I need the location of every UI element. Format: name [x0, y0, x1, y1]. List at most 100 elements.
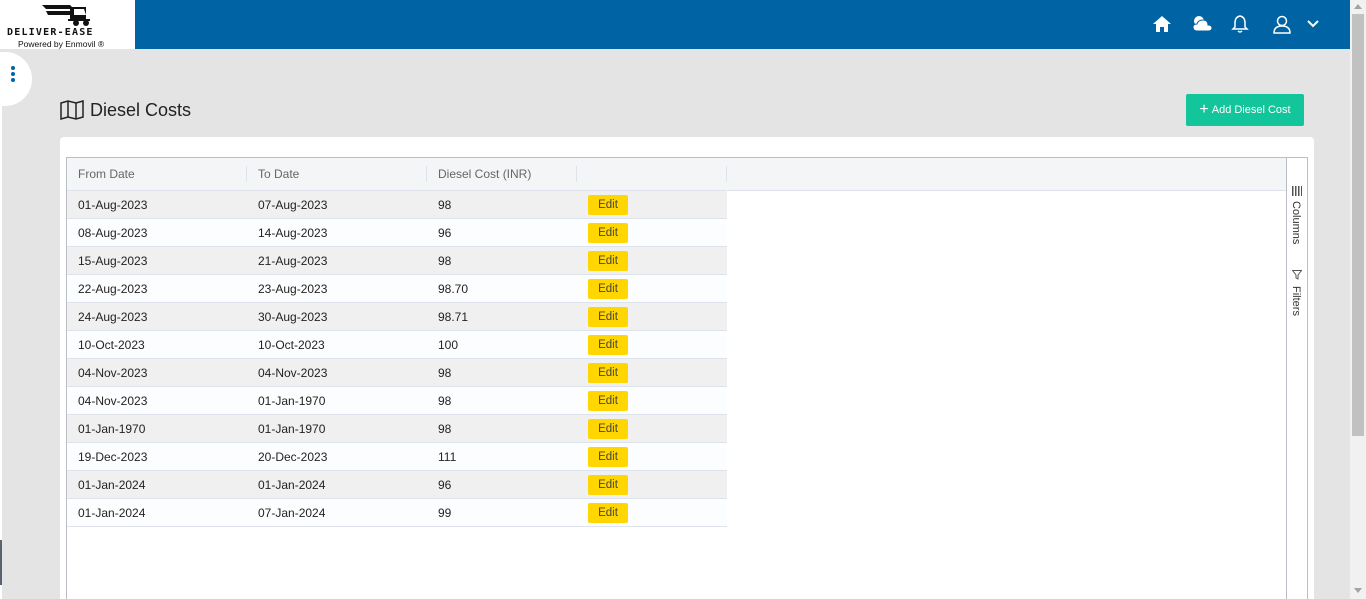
cell-from-date: 15-Aug-2023 — [78, 254, 148, 268]
cell-to-date: 10-Oct-2023 — [258, 338, 325, 352]
edit-button[interactable]: Edit — [588, 447, 628, 467]
column-header-label: From Date — [78, 167, 135, 181]
edit-button[interactable]: Edit — [588, 195, 628, 215]
side-menu-toggle[interactable] — [0, 52, 32, 106]
filter-icon — [1292, 270, 1302, 280]
cell-from-date: 01-Jan-2024 — [78, 478, 146, 492]
cell-from-date: 08-Aug-2023 — [78, 226, 148, 240]
table-row[interactable]: 04-Nov-2023 01-Jan-1970 98 Edit — [67, 387, 727, 415]
grid-header: From Date To Date Diesel Cost (INR) — [67, 158, 1287, 191]
cell-diesel-cost: 98 — [438, 198, 452, 212]
grid-body: 01-Aug-2023 07-Aug-2023 98 Edit 08-Aug-2023 1… — [67, 191, 727, 527]
edit-button[interactable]: Edit — [588, 419, 628, 439]
cell-to-date: 01-Jan-1970 — [258, 422, 326, 436]
scroll-down-arrow-icon[interactable] — [1354, 588, 1362, 593]
edit-button[interactable]: Edit — [588, 503, 628, 523]
cell-diesel-cost: 96 — [438, 478, 452, 492]
map-icon — [60, 100, 84, 120]
user-icon[interactable] — [1271, 13, 1293, 35]
column-header-label: Diesel Cost (INR) — [438, 167, 532, 181]
kebab-icon — [11, 66, 15, 70]
grid-side-panel: Columns Filters — [1286, 158, 1307, 599]
cell-to-date: 07-Jan-2024 — [258, 506, 326, 520]
cell-to-date: 20-Dec-2023 — [258, 450, 328, 464]
cell-diesel-cost: 98.70 — [438, 282, 469, 296]
edit-button[interactable]: Edit — [588, 335, 628, 355]
column-separator[interactable] — [726, 166, 727, 182]
page-title-text: Diesel Costs — [90, 99, 192, 120]
left-edge — [0, 106, 2, 599]
bell-icon[interactable] — [1229, 13, 1251, 35]
cell-from-date: 04-Nov-2023 — [78, 366, 148, 380]
columns-icon — [1292, 186, 1302, 196]
cell-from-date: 19-Dec-2023 — [78, 450, 148, 464]
cell-diesel-cost: 99 — [438, 506, 452, 520]
cell-diesel-cost: 98 — [438, 366, 452, 380]
scrollbar-thumb[interactable] — [1352, 14, 1364, 436]
cell-diesel-cost: 98 — [438, 254, 452, 268]
edit-button[interactable]: Edit — [588, 223, 628, 243]
kebab-icon-dot — [11, 72, 15, 76]
columns-tab-label: Columns — [1290, 201, 1302, 245]
plus-icon: + — [1199, 101, 1209, 118]
columns-tab[interactable]: Columns — [1287, 184, 1307, 254]
brand-name: DELIVER-EASE — [7, 27, 94, 38]
cell-to-date: 14-Aug-2023 — [258, 226, 328, 240]
cell-diesel-cost: 98 — [438, 422, 452, 436]
add-diesel-cost-button[interactable]: + Add Diesel Cost — [1186, 94, 1304, 126]
page-scrollbar[interactable] — [1350, 0, 1366, 599]
table-row[interactable]: 15-Aug-2023 21-Aug-2023 98 Edit — [67, 247, 727, 275]
top-navbar: DELIVER-EASE Powered by Enmovil ® — [0, 0, 1350, 49]
brand-powered-by: Powered by Enmovil ® — [18, 39, 105, 49]
edit-button[interactable]: Edit — [588, 475, 628, 495]
column-header-from-date[interactable]: From Date — [67, 158, 247, 190]
edit-button[interactable]: Edit — [588, 307, 628, 327]
table-row[interactable]: 19-Dec-2023 20-Dec-2023 111 Edit — [67, 443, 727, 471]
table-row[interactable]: 01-Jan-2024 07-Jan-2024 99 Edit — [67, 499, 727, 527]
edit-button[interactable]: Edit — [588, 251, 628, 271]
filters-tab[interactable]: Filters — [1287, 270, 1307, 340]
table-row[interactable]: 04-Nov-2023 04-Nov-2023 98 Edit — [67, 359, 727, 387]
cell-diesel-cost: 98.71 — [438, 310, 469, 324]
home-icon[interactable] — [1151, 13, 1173, 35]
table-row[interactable]: 10-Oct-2023 10-Oct-2023 100 Edit — [67, 331, 727, 359]
diesel-cost-grid: From Date To Date Diesel Cost (INR) 01-A… — [66, 157, 1308, 599]
table-row[interactable]: 01-Jan-1970 01-Jan-1970 98 Edit — [67, 415, 727, 443]
cell-from-date: 01-Jan-1970 — [78, 422, 146, 436]
cell-to-date: 21-Aug-2023 — [258, 254, 328, 268]
column-header-actions[interactable] — [577, 158, 727, 190]
table-row[interactable]: 22-Aug-2023 23-Aug-2023 98.70 Edit — [67, 275, 727, 303]
cell-from-date: 01-Jan-2024 — [78, 506, 146, 520]
cell-diesel-cost: 111 — [438, 450, 457, 464]
cell-diesel-cost: 98 — [438, 394, 452, 408]
brand-logo[interactable]: DELIVER-EASE Powered by Enmovil ® — [0, 0, 135, 49]
cell-from-date: 10-Oct-2023 — [78, 338, 145, 352]
cell-to-date: 30-Aug-2023 — [258, 310, 328, 324]
add-diesel-cost-label: Add Diesel Cost — [1211, 104, 1291, 116]
cell-to-date: 07-Aug-2023 — [258, 198, 328, 212]
cell-diesel-cost: 100 — [438, 338, 459, 352]
content-card: From Date To Date Diesel Cost (INR) 01-A… — [60, 137, 1314, 599]
filters-tab-label: Filters — [1290, 286, 1302, 316]
weather-icon[interactable] — [1191, 13, 1213, 35]
left-edge-marker — [0, 540, 2, 585]
table-row[interactable]: 08-Aug-2023 14-Aug-2023 96 Edit — [67, 219, 727, 247]
table-row[interactable]: 01-Aug-2023 07-Aug-2023 98 Edit — [67, 191, 727, 219]
kebab-icon-dot — [11, 78, 15, 82]
table-row[interactable]: 24-Aug-2023 30-Aug-2023 98.71 Edit — [67, 303, 727, 331]
cell-from-date: 24-Aug-2023 — [78, 310, 148, 324]
edit-button[interactable]: Edit — [588, 363, 628, 383]
edit-button[interactable]: Edit — [588, 391, 628, 411]
scroll-up-arrow-icon[interactable] — [1354, 4, 1362, 9]
chevron-down-icon[interactable] — [1302, 13, 1324, 35]
column-header-to-date[interactable]: To Date — [247, 158, 427, 190]
cell-diesel-cost: 96 — [438, 226, 452, 240]
edit-button[interactable]: Edit — [588, 279, 628, 299]
column-header-diesel-cost[interactable]: Diesel Cost (INR) — [427, 158, 577, 190]
cell-to-date: 01-Jan-2024 — [258, 478, 326, 492]
cell-to-date: 04-Nov-2023 — [258, 366, 328, 380]
table-row[interactable]: 01-Jan-2024 01-Jan-2024 96 Edit — [67, 471, 727, 499]
cell-from-date: 22-Aug-2023 — [78, 282, 148, 296]
cell-to-date: 23-Aug-2023 — [258, 282, 328, 296]
truck-icon — [42, 5, 90, 26]
